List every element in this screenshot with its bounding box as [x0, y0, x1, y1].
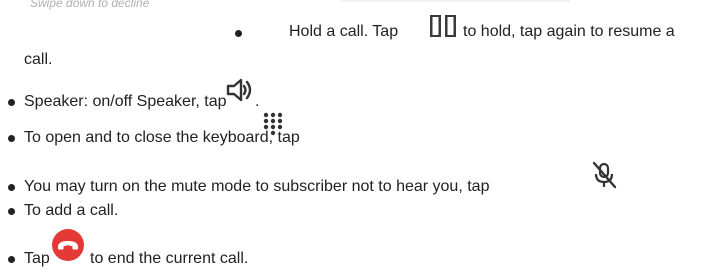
- swipe-caption: Swipe down to decline: [30, 0, 150, 10]
- bullet: [8, 256, 15, 263]
- end-call-icon: [52, 229, 84, 261]
- bullet: [8, 99, 15, 106]
- mute-text: You may turn on the mute mode to subscri…: [24, 178, 490, 195]
- bullet: [235, 30, 242, 37]
- bullet: [8, 208, 15, 215]
- cut-off-line: [340, 0, 570, 2]
- end-call-text-after: to end the current call.: [90, 250, 249, 267]
- keyboard-text: To open and to close the keyboard, tap: [24, 129, 300, 146]
- dialpad-icon: [262, 111, 284, 137]
- hold-text-before: Hold a call. Tap: [289, 23, 399, 40]
- speaker-text: Speaker: on/off Speaker, tap: [24, 93, 227, 110]
- speaker-period: .: [255, 93, 260, 110]
- bullet: [8, 184, 15, 191]
- pause-icon: [429, 14, 457, 38]
- speaker-icon: [226, 77, 254, 103]
- bullet: [8, 135, 15, 142]
- mic-off-icon: [591, 160, 617, 190]
- hold-text-after: to hold, tap again to resume a: [463, 23, 675, 40]
- end-call-text-before: Tap: [24, 250, 50, 267]
- add-call-text: To add a call.: [24, 202, 119, 219]
- hold-continuation: call.: [24, 51, 53, 68]
